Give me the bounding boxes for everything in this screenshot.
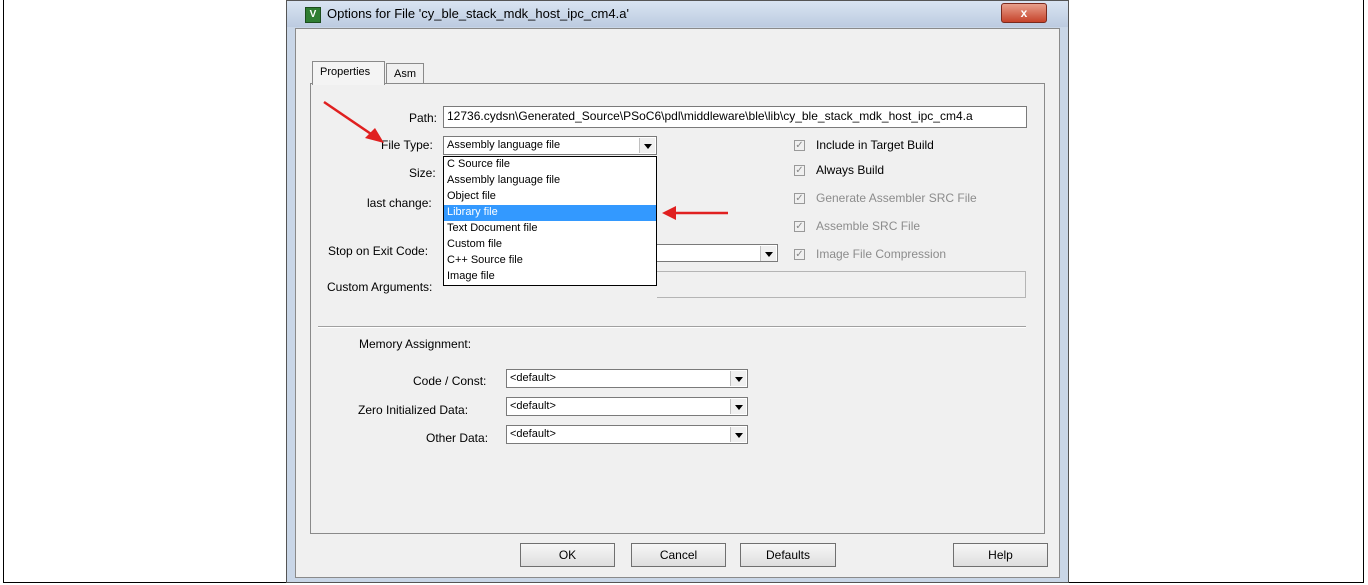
file-type-option[interactable]: Text Document file [444,221,656,237]
code-const-combo[interactable]: <default> [506,369,748,388]
file-type-value: Assembly language file [447,139,561,151]
last-change-label: last change: [367,196,432,210]
checkbox-label: Image File Compression [816,247,947,261]
other-data-value: <default> [510,428,556,440]
annotation-arrow-file-type [323,100,384,143]
tab-asm[interactable]: Asm [386,63,424,83]
help-button[interactable]: Help [953,543,1048,567]
file-type-option[interactable]: C++ Source file [444,253,656,269]
zero-init-combo[interactable]: <default> [506,397,748,416]
file-type-option[interactable]: Assembly language file [444,173,656,189]
file-type-dropdown-list[interactable]: C Source file Assembly language file Obj… [443,156,657,286]
chevron-down-icon[interactable] [760,246,776,261]
checkbox-label: Include in Target Build [816,138,934,152]
keil-uvision-icon: V [305,7,321,23]
zero-init-label: Zero Initialized Data: [358,403,469,417]
zero-init-value: <default> [510,400,556,412]
file-type-option[interactable]: Image file [444,269,656,285]
chevron-down-icon[interactable] [730,399,746,414]
custom-args-field[interactable] [657,271,1026,298]
section-divider [318,326,1026,328]
chevron-down-icon[interactable] [639,138,655,153]
annotation-arrow-library-file [662,206,728,220]
file-type-option[interactable]: C Source file [444,157,656,173]
check-icon: ✓ [794,249,805,260]
code-const-label: Code / Const: [413,374,487,388]
file-type-combo[interactable]: Assembly language file [443,136,657,155]
checkbox-label: Always Build [816,163,885,177]
checkbox-label: Generate Assembler SRC File [816,191,977,205]
check-icon: ✓ [794,140,805,151]
cancel-button[interactable]: Cancel [631,543,726,567]
chevron-down-icon[interactable] [730,371,746,386]
path-label: Path: [409,111,438,125]
other-data-label: Other Data: [426,431,489,445]
stop-on-exit-label: Stop on Exit Code: [328,244,429,258]
title-bar[interactable]: V Options for File 'cy_ble_stack_mdk_hos… [287,1,1068,27]
defaults-button[interactable]: Defaults [740,543,836,567]
check-icon: ✓ [794,165,805,176]
size-label: Size: [409,166,436,180]
tab-properties[interactable]: Properties [312,61,385,85]
check-icon: ✓ [794,193,805,204]
stop-on-exit-combo[interactable] [657,244,778,262]
file-type-option[interactable]: Object file [444,189,656,205]
chevron-down-icon[interactable] [730,427,746,442]
close-button[interactable]: x [1001,3,1047,23]
ok-button[interactable]: OK [520,543,615,567]
checkbox-label: Assemble SRC File [816,219,921,233]
window-title: Options for File 'cy_ble_stack_mdk_host_… [327,6,629,21]
custom-args-label: Custom Arguments: [327,280,433,294]
other-data-combo[interactable]: <default> [506,425,748,444]
memory-assignment-heading: Memory Assignment: [359,337,472,351]
check-icon: ✓ [794,221,805,232]
path-field[interactable]: 12736.cydsn\Generated_Source\PSoC6\pdl\m… [443,106,1027,128]
file-type-option-highlighted[interactable]: Library file [444,205,656,221]
file-type-option[interactable]: Custom file [444,237,656,253]
code-const-value: <default> [510,372,556,384]
